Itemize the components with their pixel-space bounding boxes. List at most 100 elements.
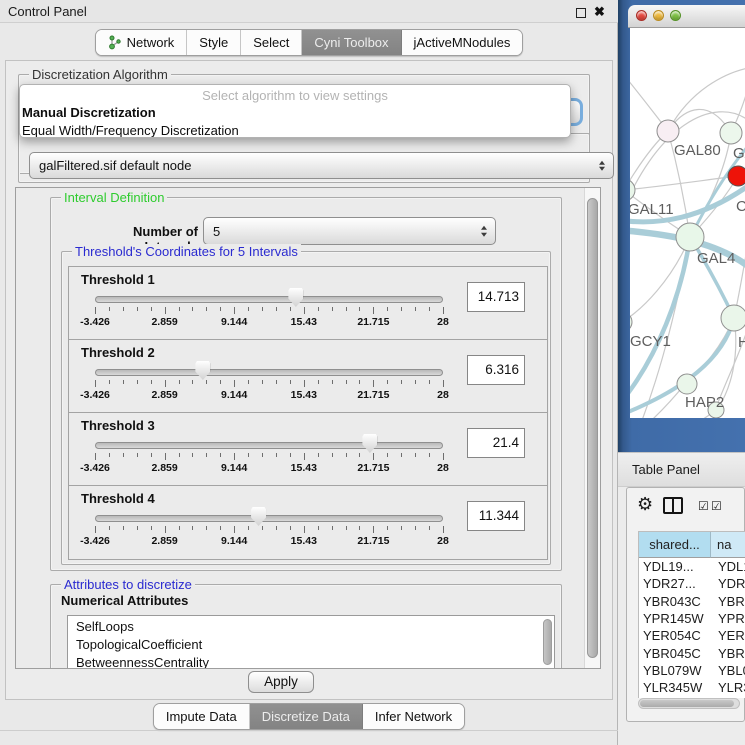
table-data-combobox[interactable]: galFiltered.sif default node	[29, 152, 614, 179]
slider-tick	[443, 380, 444, 387]
table-cell[interactable]: YBL0	[711, 662, 745, 679]
numerical-attributes-list[interactable]: SelfLoopsTopologicalCoefficientBetweenne…	[67, 615, 555, 669]
table-cell[interactable]: YLR3	[711, 679, 745, 696]
table-row[interactable]: YER054CYER0	[639, 627, 745, 644]
tab-cyni-toolbox[interactable]: Cyni Toolbox	[302, 30, 401, 55]
attributes-scrollbar[interactable]	[543, 619, 552, 665]
table-horizontal-scrollbar[interactable]	[638, 698, 740, 709]
table-cell[interactable]: YBR043C	[639, 593, 711, 610]
network-window-titlebar[interactable]	[628, 5, 745, 28]
network-icon	[108, 35, 122, 50]
gear-icon[interactable]: ⚙	[637, 494, 653, 515]
table-row[interactable]: YBR043CYBR0	[639, 593, 745, 610]
network-node[interactable]	[657, 120, 679, 142]
settings-scrollbar-thumb[interactable]	[587, 198, 598, 658]
table-cell[interactable]: YDR27...	[639, 575, 711, 592]
table-cell[interactable]: YPR145W	[639, 610, 711, 627]
slider-tick	[415, 307, 416, 311]
slider-tick	[387, 526, 388, 530]
table-column-header[interactable]: shared...	[639, 532, 711, 558]
number-of-intervals-combobox[interactable]: 5	[203, 217, 496, 245]
slider-track[interactable]	[95, 515, 443, 522]
tab-select[interactable]: Select	[241, 30, 302, 55]
slider-tick	[95, 307, 96, 314]
checkbox-icon[interactable]: ☑	[698, 499, 709, 513]
slider-tick	[179, 453, 180, 457]
slider-track[interactable]	[95, 442, 443, 449]
mac-zoom-button[interactable]	[670, 10, 681, 21]
table-cell[interactable]: YLR345W	[639, 679, 711, 696]
apply-button[interactable]: Apply	[248, 671, 314, 693]
table-cell[interactable]: YBR045C	[639, 645, 711, 662]
settings-scrollbar[interactable]	[584, 188, 600, 668]
attribute-list-item[interactable]: TopologicalCoefficient	[76, 636, 554, 654]
threshold-value-field[interactable]: 21.4	[467, 428, 525, 458]
slider-track[interactable]	[95, 296, 443, 303]
table-cell[interactable]: YER054C	[639, 627, 711, 644]
slider-thumb[interactable]	[195, 361, 210, 380]
slider-tick-label: 9.144	[221, 389, 247, 401]
table-row[interactable]: YDL19...YDL1	[639, 558, 745, 575]
table-row[interactable]: YLR345WYLR3	[639, 679, 745, 696]
table-column-header[interactable]: na	[711, 532, 745, 558]
mac-close-button[interactable]	[636, 10, 647, 21]
table-cell[interactable]: YPR1	[711, 610, 745, 627]
slider-tick	[443, 453, 444, 460]
slider-tick	[429, 526, 430, 530]
threshold-label: Threshold 3	[81, 418, 155, 433]
table-row[interactable]: YPR145WYPR1	[639, 610, 745, 627]
mac-minimize-button[interactable]	[653, 10, 664, 21]
algorithm-dropdown-popup: Select algorithm to view settings Manual…	[19, 84, 571, 138]
network-node[interactable]	[677, 374, 697, 394]
algorithm-option[interactable]: Equal Width/Frequency Discretization	[20, 122, 570, 138]
column-layout-icon[interactable]	[663, 497, 683, 514]
table-row[interactable]: YBR045CYBR0	[639, 645, 745, 662]
table-cell[interactable]: YDL19...	[639, 558, 711, 575]
table-cell[interactable]: YBR0	[711, 645, 745, 662]
close-icon[interactable]: ✖	[594, 4, 605, 20]
slider-thumb[interactable]	[288, 288, 303, 307]
slider-tick-label: 2.859	[151, 462, 177, 474]
tab-style[interactable]: Style	[187, 30, 241, 55]
algorithm-placeholder: Select algorithm to view settings	[20, 85, 570, 104]
slider-tick	[123, 453, 124, 457]
tab-discretize-data[interactable]: Discretize Data	[250, 704, 363, 729]
threshold-value-field[interactable]: 14.713	[467, 282, 525, 312]
tab-impute-data[interactable]: Impute Data	[154, 704, 250, 729]
network-node[interactable]	[720, 122, 742, 144]
tab-jactivemnodules[interactable]: jActiveMNodules	[402, 30, 523, 55]
slider-thumb[interactable]	[362, 434, 377, 453]
slider-tick	[179, 526, 180, 530]
table-cell[interactable]: YDR2	[711, 575, 745, 592]
tab-network[interactable]: Network	[96, 30, 188, 55]
table-cell[interactable]: YBR0	[711, 593, 745, 610]
tab-infer-network[interactable]: Infer Network	[363, 704, 464, 729]
network-node[interactable]	[728, 166, 745, 186]
threshold-value-field[interactable]: 11.344	[467, 501, 525, 531]
slider-tick-label: 9.144	[221, 462, 247, 474]
table-scrollbar-thumb[interactable]	[640, 700, 734, 707]
network-node[interactable]	[676, 223, 704, 251]
slider-tick-label: -3.426	[80, 389, 110, 401]
table-cell[interactable]: YER0	[711, 627, 745, 644]
network-node[interactable]	[721, 305, 745, 331]
tab-label: Discretize Data	[262, 709, 350, 724]
node-attribute-table[interactable]: shared...na YDL19...YDL1YDR27...YDR2YBR0…	[638, 531, 745, 698]
float-window-icon[interactable]	[576, 8, 586, 18]
table-row[interactable]: YDR27...YDR2	[639, 575, 745, 592]
slider-track[interactable]	[95, 369, 443, 376]
network-canvas[interactable]: GAL80GAGAL11CGAL4GCY1HHAP2	[630, 28, 745, 418]
slider-tick	[415, 380, 416, 384]
slider-thumb[interactable]	[251, 507, 266, 526]
threshold-value-field[interactable]: 6.316	[467, 355, 525, 385]
slider-tick	[109, 453, 110, 457]
algorithm-option[interactable]: Manual Discretization	[20, 104, 570, 122]
table-row[interactable]: YBL079WYBL0	[639, 662, 745, 679]
table-cell[interactable]: YBL079W	[639, 662, 711, 679]
attribute-list-item[interactable]: BetweennessCentrality	[76, 654, 554, 669]
slider-tick	[387, 307, 388, 311]
checkbox-icon[interactable]: ☑	[711, 499, 722, 513]
attribute-list-item[interactable]: SelfLoops	[76, 618, 554, 636]
table-cell[interactable]: YDL1	[711, 558, 745, 575]
slider-tick	[359, 453, 360, 457]
